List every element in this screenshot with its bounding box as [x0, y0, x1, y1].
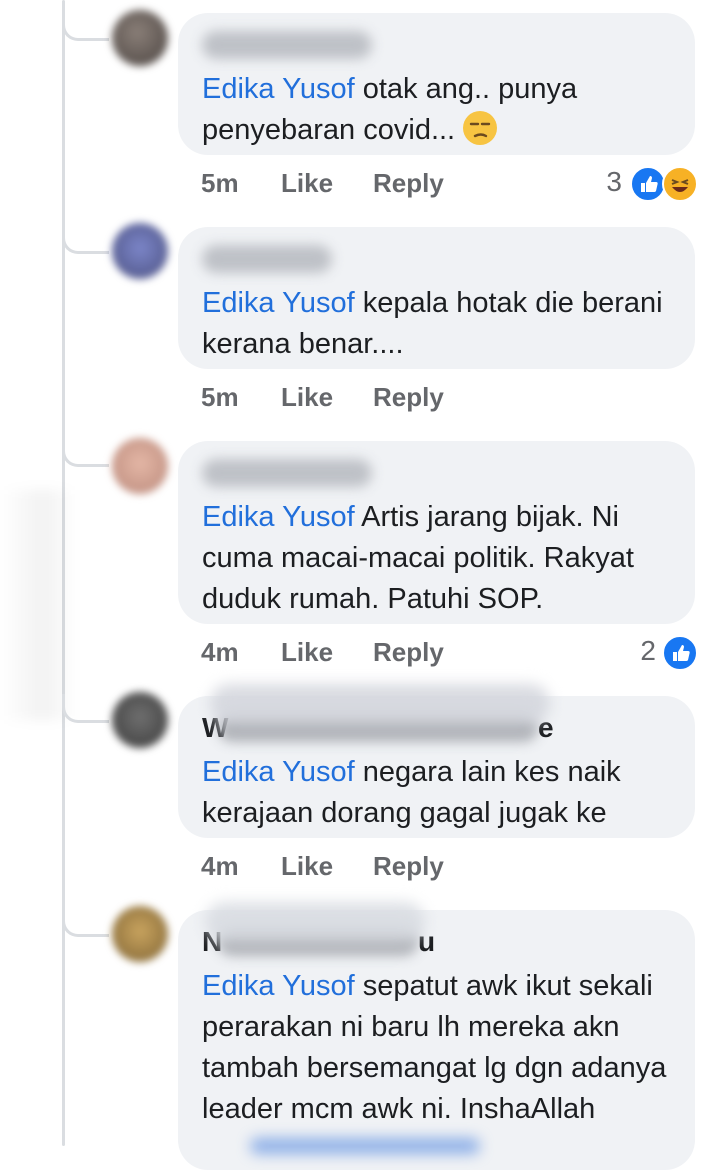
mention-link[interactable]: Edika Yusof	[202, 73, 355, 105]
comment-bubble: Edika Yusof Artis jarang bijak. Ni cuma …	[178, 441, 695, 624]
reaction-count: 3	[606, 166, 622, 197]
commenter-name-blurred[interactable]	[202, 31, 372, 59]
like-button[interactable]: Like	[281, 382, 333, 413]
reaction-summary[interactable]: 2	[618, 635, 698, 675]
avatar[interactable]	[112, 692, 168, 748]
reply-button[interactable]: Reply	[373, 637, 444, 668]
timestamp[interactable]: 4m	[201, 637, 239, 668]
haha-icon	[662, 166, 698, 202]
unamused-face-emoji	[463, 111, 498, 145]
comment-text: Edika Yusof kepala hotak die berani kera…	[202, 287, 663, 360]
scroll-shadow	[0, 490, 78, 720]
timestamp[interactable]: 4m	[201, 851, 239, 882]
comment-bubble: Edika Yusof kepala hotak die berani kera…	[178, 227, 695, 369]
comment-text: Edika Yusof Artis jarang bijak. Ni cuma …	[202, 501, 634, 615]
privacy-blur	[210, 684, 550, 724]
privacy-blur	[250, 1138, 480, 1154]
timestamp[interactable]: 5m	[201, 382, 239, 413]
mention-link[interactable]: Edika Yusof	[202, 501, 355, 533]
avatar[interactable]	[112, 223, 168, 279]
reply-connector	[62, 438, 109, 467]
comment-text: Edika Yusof negara lain kes naik kerajaa…	[202, 756, 621, 829]
reply-button[interactable]: Reply	[373, 382, 444, 413]
reaction-count: 2	[640, 635, 656, 666]
comment-text: Edika Yusof sepatut awk ikut sekali pera…	[202, 970, 667, 1125]
timestamp[interactable]: 5m	[201, 168, 239, 199]
comment-text: Edika Yusof otak ang.. punya penyebaran …	[202, 73, 578, 146]
reaction-summary[interactable]: 3	[598, 166, 698, 206]
avatar[interactable]	[112, 10, 168, 66]
reply-connector	[62, 12, 109, 41]
reply-connector	[62, 694, 109, 723]
like-icon	[630, 166, 666, 202]
comment-bubble: N u Edika Yusof sepatut awk ikut sekali …	[178, 910, 695, 1170]
reply-connector	[62, 908, 109, 937]
privacy-blur	[205, 902, 425, 942]
commenter-name-blurred[interactable]	[202, 245, 332, 273]
avatar[interactable]	[112, 906, 168, 962]
comment-bubble: Edika Yusof otak ang.. punya penyebaran …	[178, 13, 695, 155]
like-button[interactable]: Like	[281, 637, 333, 668]
like-button[interactable]: Like	[281, 851, 333, 882]
commenter-name-blurred[interactable]	[202, 459, 372, 487]
mention-link[interactable]: Edika Yusof	[202, 970, 355, 1002]
avatar[interactable]	[112, 438, 168, 494]
reply-button[interactable]: Reply	[373, 168, 444, 199]
reply-button[interactable]: Reply	[373, 851, 444, 882]
mention-link[interactable]: Edika Yusof	[202, 287, 355, 319]
like-icon	[662, 635, 698, 671]
like-button[interactable]: Like	[281, 168, 333, 199]
mention-link[interactable]: Edika Yusof	[202, 756, 355, 788]
reply-connector	[62, 225, 109, 254]
